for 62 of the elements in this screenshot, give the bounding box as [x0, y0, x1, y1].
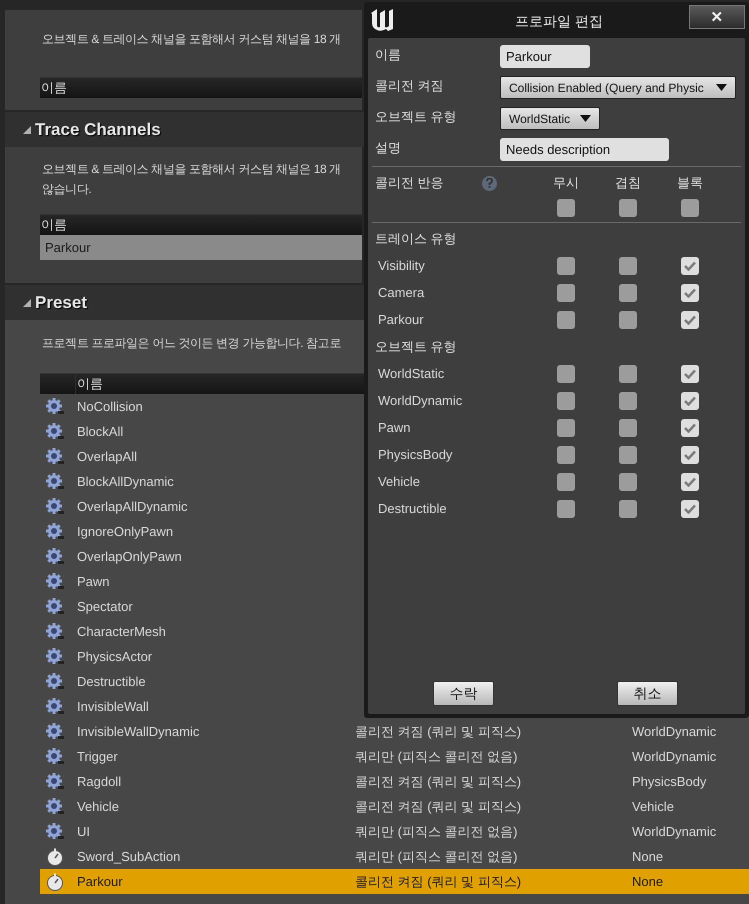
channel-label: WorldDynamic: [377, 392, 462, 410]
table-cell: Vehicle: [77, 798, 119, 814]
table-cell: 쿼리만 (피직스 콜리전 없음): [355, 848, 518, 864]
channel-label: Vehicle: [377, 472, 420, 491]
table-cell: 콜리전 켜짐 (쿼리 및 피직스): [355, 874, 522, 889]
column-header: 이름: [40, 216, 67, 234]
table-cell: InvisibleWallDynamic: [77, 724, 200, 739]
channel-label: WorldStatic: [377, 364, 444, 383]
table-cell: CharacterMesh: [77, 624, 166, 639]
table-cell: InvisibleWall: [77, 698, 149, 714]
table-cell: 쿼리만 (피직스 콜리전 없음): [355, 748, 518, 764]
field-label: 콜리전 반응: [375, 174, 444, 192]
channel-label: Pawn: [377, 418, 411, 437]
column-header: 이름: [76, 375, 103, 394]
table-cell: PhysicsBody: [632, 774, 706, 789]
description-text: 프로젝트 프로파일은 어느 것이든 변경 가능합니다. 참고로: [41, 335, 342, 352]
field-label: 오브젝트 유형: [375, 108, 458, 126]
field-label: 이름: [375, 46, 402, 64]
table-cell: OverlapAllDynamic: [77, 498, 188, 514]
table-cell: Parkour: [77, 874, 123, 889]
table-cell: 콜리전 켜짐 (쿼리 및 피직스): [355, 774, 522, 789]
table-cell: 콜리전 켜짐 (쿼리 및 피직스): [355, 724, 522, 739]
table-cell: WorldDynamic: [632, 824, 716, 839]
column-header: 이름: [40, 79, 67, 98]
window-title: 프로파일 편집: [514, 12, 604, 31]
table-cell: Ragdoll: [77, 774, 122, 789]
table-cell: Trigger: [77, 748, 118, 764]
table-cell: Pawn: [77, 574, 110, 589]
group-title: 트레이스 유형: [374, 230, 457, 248]
table-cell: BlockAllDynamic: [77, 474, 174, 489]
table-cell: BlockAll: [77, 424, 124, 439]
table-cell: Sword_SubAction: [77, 848, 180, 864]
table-cell: 콜리전 켜짐 (쿼리 및 피직스): [355, 798, 522, 814]
table-cell: None: [632, 874, 664, 889]
description-text: 오브젝트 & 트레이스 채널을 포함해서 커스텀 채널은 18 개 않습니다.: [41, 161, 342, 198]
description-text: 오브젝트 & 트레이스 채널을 포함해서 커스텀 채널을 18 개: [41, 31, 342, 48]
table-cell: None: [632, 848, 664, 864]
column-header: 무시: [553, 174, 579, 192]
column-header: 겹침: [615, 174, 641, 192]
table-cell: Vehicle: [632, 798, 674, 814]
table-cell: OverlapAll: [77, 448, 137, 464]
table-cell: WorldDynamic: [632, 748, 716, 764]
table-cell: Destructible: [77, 674, 146, 689]
group-title: 오브젝트 유형: [374, 338, 457, 356]
table-cell: NoCollision: [77, 398, 143, 414]
section-title: Preset: [35, 292, 87, 314]
field-label: 설명: [375, 139, 402, 157]
channel-label: Destructible: [377, 500, 447, 518]
channel-label: Camera: [377, 284, 424, 302]
table-cell: Spectator: [77, 598, 133, 614]
table-cell: UI: [77, 824, 90, 839]
table-cell: IgnoreOnlyPawn: [77, 524, 174, 539]
column-header: 블록: [677, 174, 703, 192]
section-title: Trace Channels: [35, 118, 161, 141]
table-cell: WorldDynamic: [632, 724, 716, 739]
table-cell: OverlapOnlyPawn: [77, 548, 182, 564]
table-cell: 쿼리만 (피직스 콜리전 없음): [355, 824, 518, 839]
channel-label: Visibility: [377, 256, 425, 275]
field-label: 콜리전 켜짐: [375, 77, 445, 95]
table-cell: PhysicsActor: [77, 648, 152, 664]
channel-label: PhysicsBody: [377, 446, 452, 464]
channel-label: Parkour: [377, 310, 424, 329]
